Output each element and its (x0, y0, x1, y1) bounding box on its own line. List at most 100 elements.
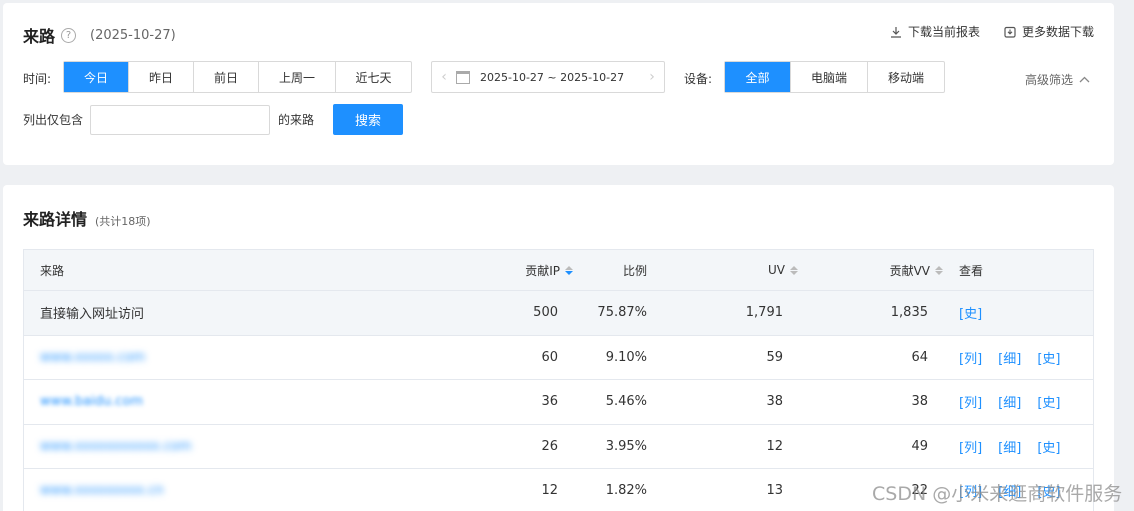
source-filter-input[interactable] (90, 105, 270, 135)
detail-link[interactable]: [细] (998, 392, 1021, 411)
col-contrib-vv-label: 贡献VV (889, 263, 930, 278)
download-current-label: 下载当前报表 (907, 25, 980, 39)
chevron-up-icon (1079, 76, 1090, 83)
row-source[interactable]: www.xxxxxxxxx.cn (40, 469, 164, 511)
advanced-filter-toggle[interactable]: 高级筛选 (1025, 71, 1090, 88)
history-link[interactable]: [史] (1037, 348, 1060, 367)
prev-date-icon[interactable]: ‹ (432, 69, 456, 85)
row-vv: 64 (911, 349, 928, 365)
row-uv: 12 (766, 438, 783, 454)
table-row: www.xxxxx.com 60 9.10% 59 64 [列] [细] [史] (24, 336, 1093, 380)
row-ratio: 5.46% (605, 394, 647, 410)
row-uv: 59 (766, 349, 783, 365)
col-view: 查看 (959, 263, 984, 278)
list-link[interactable]: [列] (959, 392, 982, 411)
row-source-link[interactable]: www.xxxxxxxxxxx.com (40, 439, 191, 454)
row-ip: 26 (541, 438, 558, 454)
row-actions: [列] [细] [史] (959, 336, 1060, 380)
row-source[interactable]: www.xxxxxxxxxxx.com (40, 425, 191, 469)
row-ip: 36 (541, 394, 558, 410)
sort-icon[interactable] (565, 265, 573, 275)
page-header: 来路 ? (2025-10-27) (23, 23, 176, 47)
row-source-link[interactable]: www.xxxxx.com (40, 350, 145, 365)
row-ratio: 1.82% (605, 483, 647, 499)
table-row: www.baidu.com 36 5.46% 38 38 [列] [细] [史] (24, 380, 1093, 425)
device-selector: 全部 电脑端 移动端 (724, 61, 945, 93)
col-uv[interactable]: UV (768, 250, 798, 290)
row-ip: 60 (541, 349, 558, 365)
row-source[interactable]: www.xxxxx.com (40, 336, 145, 380)
row-uv: 38 (766, 394, 783, 410)
row-source-link[interactable]: www.baidu.com (40, 394, 143, 409)
col-contrib-vv[interactable]: 贡献VV (890, 250, 943, 290)
row-source[interactable]: www.baidu.com (40, 380, 143, 424)
table-row: 直接输入网址访问 500 75.87% 1,791 1,835 [史] (24, 291, 1093, 336)
calendar-icon (456, 70, 470, 84)
device-option-all[interactable]: 全部 (725, 62, 791, 92)
time-label: 时间: (23, 72, 52, 86)
filter-panel: 来路 ? (2025-10-27) 下载当前报表 更多数据下载 时间: 今日 昨… (3, 3, 1114, 165)
row-ratio: 9.10% (605, 349, 647, 365)
row-ratio: 3.95% (605, 438, 647, 454)
row-uv: 13 (766, 483, 783, 499)
row-ip: 500 (533, 305, 558, 321)
advanced-filter-label: 高级筛选 (1024, 73, 1073, 87)
row-actions: [列] [细] [史] (959, 425, 1060, 469)
source-detail-panel: 来路详情 (共计18项) 来路 贡献IP 比例 UV 贡献VV 查看 直接输入网… (3, 185, 1114, 511)
date-range-value: 2025-10-27 ~ 2025-10-27 (480, 70, 625, 84)
row-vv: 1,835 (890, 305, 928, 321)
col-ratio: 比例 (622, 263, 647, 278)
source-suffix-label: 的来路 (278, 113, 315, 127)
time-option-last-monday[interactable]: 上周一 (259, 62, 336, 92)
col-contrib-ip[interactable]: 贡献IP (525, 250, 573, 290)
col-uv-label: UV (768, 263, 785, 277)
col-contrib-ip-label: 贡献IP (525, 263, 560, 278)
download-icon (890, 26, 901, 38)
help-icon[interactable]: ? (61, 27, 77, 43)
row-ip: 12 (541, 483, 558, 499)
history-link[interactable]: [史] (1037, 392, 1060, 411)
row-actions: [史] (959, 291, 982, 335)
row-actions: [列] [细] [史] (959, 380, 1060, 424)
download-more-label: 更多数据下载 (1021, 25, 1094, 39)
page-title: 来路 (23, 27, 56, 46)
table-header: 来路 贡献IP 比例 UV 贡献VV 查看 (24, 250, 1093, 291)
report-date: (2025-10-27) (90, 27, 176, 43)
download-actions: 下载当前报表 更多数据下载 (890, 23, 1094, 40)
time-range-selector: 今日 昨日 前日 上周一 近七天 (63, 61, 412, 93)
sort-icon[interactable] (790, 265, 798, 275)
next-date-icon[interactable]: › (640, 69, 664, 85)
detail-header: 来路详情 (共计18项) (23, 206, 151, 230)
csdn-watermark: CSDN @小米来逛商软件服务 (872, 483, 1123, 505)
search-button[interactable]: 搜索 (333, 104, 403, 135)
row-vv: 49 (911, 438, 928, 454)
row-source: 直接输入网址访问 (40, 307, 145, 323)
time-option-today[interactable]: 今日 (64, 62, 129, 92)
device-option-mobile[interactable]: 移动端 (868, 62, 944, 92)
col-source: 来路 (40, 263, 65, 278)
time-option-last-7-days[interactable]: 近七天 (336, 62, 411, 92)
time-option-yesterday[interactable]: 昨日 (129, 62, 194, 92)
row-ratio: 75.87% (597, 305, 647, 321)
history-link[interactable]: [史] (959, 303, 982, 322)
date-range-picker[interactable]: ‹ 2025-10-27 ~ 2025-10-27 › (431, 61, 665, 93)
row-source-link[interactable]: www.xxxxxxxxx.cn (40, 483, 164, 498)
download-more-link[interactable]: 更多数据下载 (1004, 23, 1094, 40)
row-vv: 38 (911, 394, 928, 410)
list-link[interactable]: [列] (959, 437, 982, 456)
device-option-pc[interactable]: 电脑端 (791, 62, 868, 92)
detail-link[interactable]: [细] (998, 437, 1021, 456)
list-link[interactable]: [列] (959, 348, 982, 367)
time-option-day-before[interactable]: 前日 (194, 62, 259, 92)
detail-title: 来路详情 (23, 210, 88, 229)
include-label: 列出仅包含 (23, 113, 84, 127)
row-uv: 1,791 (745, 305, 783, 321)
table-row: www.xxxxxxxxxxx.com 26 3.95% 12 49 [列] [… (24, 425, 1093, 469)
history-link[interactable]: [史] (1037, 437, 1060, 456)
detail-link[interactable]: [细] (998, 348, 1021, 367)
detail-count: (共计18项) (95, 215, 151, 228)
download-current-link[interactable]: 下载当前报表 (890, 23, 980, 40)
device-label: 设备: (684, 72, 713, 86)
sort-icon[interactable] (935, 265, 943, 275)
source-table: 来路 贡献IP 比例 UV 贡献VV 查看 直接输入网址访问 500 75.87… (23, 249, 1094, 511)
